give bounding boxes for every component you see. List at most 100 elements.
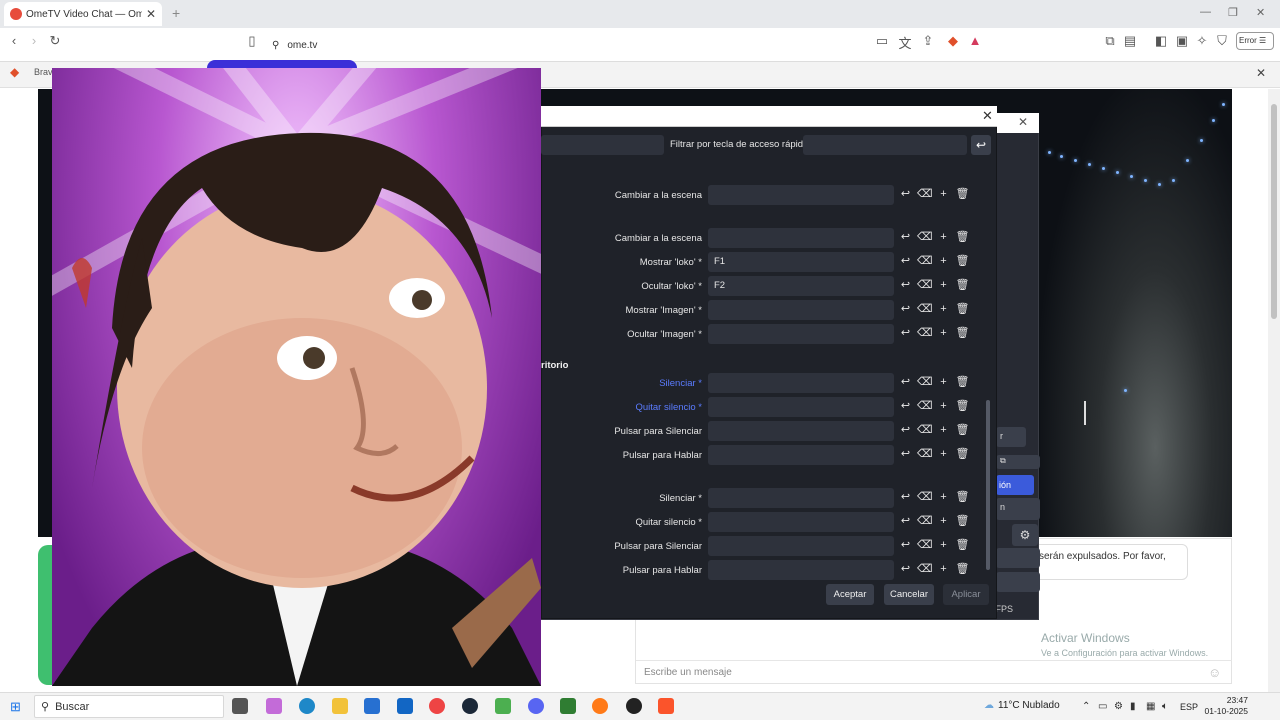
hotkey-input[interactable] [708,445,894,465]
edge-icon[interactable] [299,698,315,714]
clear-icon[interactable]: ⌫ [917,399,933,414]
reload-icon[interactable]: ↻ [45,33,65,49]
minimize-icon[interactable]: — [1200,6,1211,18]
hotkey-input[interactable]: F1 [708,252,894,272]
revert-icon[interactable]: ↩ [898,399,913,414]
start-button[interactable] [38,545,52,685]
add-icon[interactable]: + [936,538,951,553]
vpn-app-icon[interactable] [495,698,511,714]
hotkey-input[interactable] [708,560,894,580]
vpn-icon[interactable]: ⛉ [1212,33,1232,49]
obs-control-2[interactable]: ⧉ [996,455,1040,469]
scrollbar-thumb[interactable] [1271,104,1277,319]
add-icon[interactable]: + [936,230,951,245]
obs-control-1[interactable]: r [996,427,1026,447]
delete-icon[interactable]: 🗑︎ [955,447,970,462]
leo-icon[interactable]: ✧ [1192,33,1212,49]
extensions-icon[interactable]: ⧉ [1100,33,1120,49]
clear-icon[interactable]: ⌫ [917,375,933,390]
tray-app-icon-2[interactable]: ⚙ [1114,701,1123,712]
hotkey-input[interactable] [708,300,894,320]
add-icon[interactable]: + [936,490,951,505]
delete-icon[interactable]: 🗑︎ [955,423,970,438]
obs-control-5[interactable] [996,572,1040,592]
delete-icon[interactable]: 🗑︎ [955,326,970,341]
brave-rewards-icon[interactable]: ▲ [965,33,985,48]
brave-shields-icon[interactable]: ◆ [943,33,963,49]
clear-icon[interactable]: ⌫ [917,514,933,529]
discord-icon[interactable] [528,698,544,714]
add-icon[interactable]: + [936,278,951,293]
revert-icon[interactable]: ↩ [898,326,913,341]
tray-app-icon[interactable]: ▭ [1098,701,1107,712]
profile-error-button[interactable]: Error ☰ [1236,32,1274,50]
hotkey-input[interactable] [708,536,894,556]
add-icon[interactable]: + [936,326,951,341]
clear-icon[interactable]: ⌫ [917,326,933,341]
share-icon[interactable]: ⇪ [918,33,938,49]
volume-icon[interactable]: 🔈︎ [1162,701,1168,712]
clear-icon[interactable]: ⌫ [917,302,933,317]
revert-icon[interactable]: ↩ [898,254,913,269]
hotkey-input[interactable]: F2 [708,276,894,296]
obs-active-item[interactable]: ión [996,475,1034,495]
obs-control-4[interactable] [996,548,1040,568]
address-bar[interactable]: ⚲ ome.tv [272,34,862,56]
obs-main-close-icon[interactable]: ✕ [1018,115,1028,129]
obs-icon[interactable] [626,698,642,714]
revert-icon[interactable]: ↩ [898,490,913,505]
emoji-icon[interactable]: ☺ [1208,665,1221,680]
windows-start-icon[interactable]: ⊞ [10,699,21,715]
delete-icon[interactable]: 🗑︎ [955,490,970,505]
add-icon[interactable]: + [936,399,951,414]
revert-icon[interactable]: ↩ [898,278,913,293]
tray-chevron-icon[interactable]: ⌃ [1082,701,1090,712]
clear-icon[interactable]: ⌫ [917,447,933,462]
site-info-icon[interactable]: ⚲ [272,40,279,51]
dialog-close-icon[interactable]: ✕ [982,108,993,124]
brave-icon[interactable] [658,698,674,714]
hotkey-input[interactable] [708,324,894,344]
clear-icon[interactable]: ⌫ [917,562,933,577]
forward-icon[interactable]: › [24,33,44,48]
browser-tab[interactable]: OmeTV Video Chat — Omegle ✕ [4,2,162,26]
revert-icon[interactable]: ↩ [898,187,913,202]
delete-icon[interactable]: 🗑︎ [955,278,970,293]
delete-icon[interactable]: 🗑︎ [955,302,970,317]
message-input[interactable]: Escribe un mensaje [636,660,1232,686]
revert-icon[interactable]: ↩ [898,230,913,245]
sidebar-icon[interactable]: ◧ [1151,33,1171,49]
cancel-button[interactable]: Cancelar [884,584,934,605]
add-icon[interactable]: + [936,254,951,269]
add-icon[interactable]: + [936,423,951,438]
copilot-icon[interactable] [266,698,282,714]
clear-icon[interactable]: ⌫ [917,187,933,202]
maximize-icon[interactable]: ❐ [1228,6,1238,19]
tab-close-icon[interactable]: ✕ [146,7,156,21]
revert-icon[interactable]: ↩ [898,538,913,553]
revert-icon[interactable]: ↩ [898,514,913,529]
tray-app-icon-3[interactable]: ▮ [1130,701,1136,712]
revert-icon[interactable]: ↩ [898,447,913,462]
back-icon[interactable]: ‹ [4,33,24,48]
steam-icon[interactable] [462,698,478,714]
chrome-icon[interactable] [429,698,445,714]
cast-icon[interactable]: ▭ [872,33,892,49]
hotkey-input[interactable] [708,373,894,393]
clear-icon[interactable]: ⌫ [917,423,933,438]
add-icon[interactable]: + [936,187,951,202]
filter-name-input[interactable] [541,135,664,155]
delete-icon[interactable]: 🗑︎ [955,230,970,245]
task-view-icon[interactable] [232,698,248,714]
delete-icon[interactable]: 🗑︎ [955,187,970,202]
obs-control-3[interactable]: n [996,498,1040,520]
dialog-scrollbar[interactable] [986,400,990,570]
bookmark-icon[interactable]: ▯ [242,33,262,49]
apply-button[interactable]: Aplicar [943,584,989,605]
taskbar-search[interactable]: ⚲ Buscar [34,695,224,718]
clear-icon[interactable]: ⌫ [917,278,933,293]
clear-icon[interactable]: ⌫ [917,254,933,269]
add-icon[interactable]: + [936,562,951,577]
clear-icon[interactable]: ⌫ [917,230,933,245]
revert-icon[interactable]: ↩ [898,562,913,577]
